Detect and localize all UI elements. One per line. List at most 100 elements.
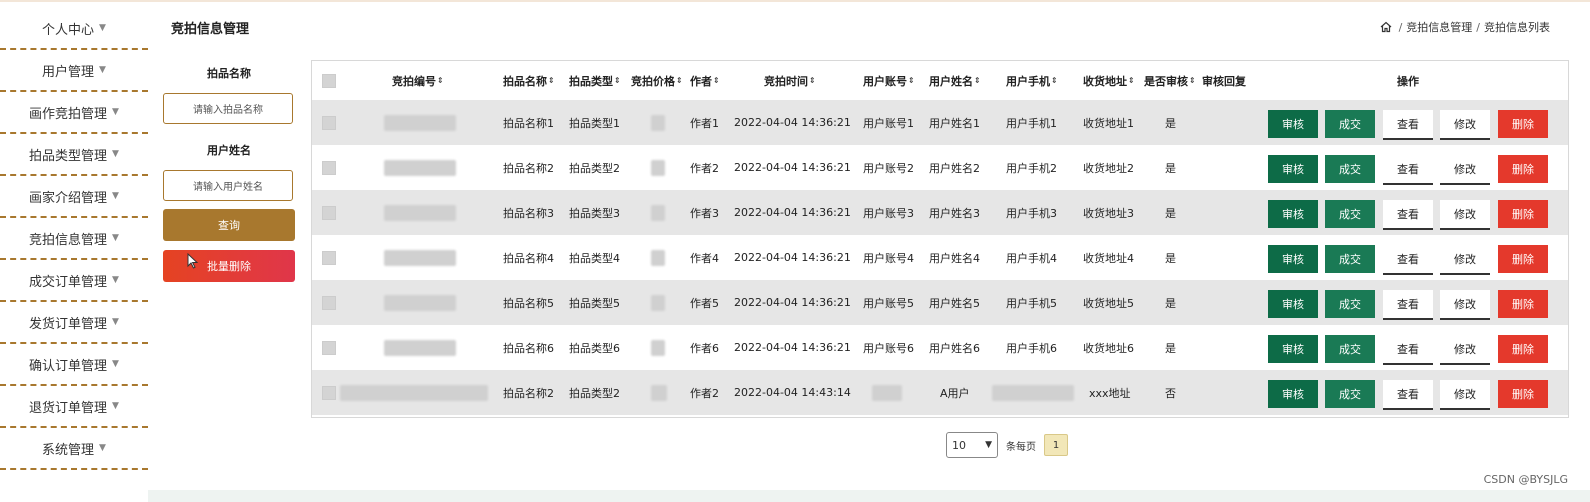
- header-user-name[interactable]: 用户姓名 ⇕: [929, 61, 981, 100]
- search-panel: 拍品名称 请输入拍品名称 用户姓名 请输入用户姓名 查询 批量删除: [163, 65, 295, 282]
- header-item-name[interactable]: 拍品名称 ⇕: [503, 61, 555, 100]
- sidebar-item-painting-auction[interactable]: 画作竞拍管理 ▼: [0, 92, 148, 134]
- view-button[interactable]: 查看: [1383, 110, 1433, 140]
- audit-button[interactable]: 审核: [1268, 110, 1318, 138]
- audit-button[interactable]: 审核: [1268, 245, 1318, 273]
- cell-audited: 否: [1165, 386, 1176, 400]
- caret-down-icon: ▼: [112, 317, 119, 327]
- sidebar-item-shipping-orders[interactable]: 发货订单管理 ▼: [0, 302, 148, 344]
- delete-button[interactable]: 删除: [1498, 380, 1548, 408]
- header-price[interactable]: 竞拍价格 ⇕: [631, 61, 683, 100]
- sidebar-item-system[interactable]: 系统管理 ▼: [0, 428, 148, 470]
- row-checkbox[interactable]: [322, 205, 336, 220]
- user-name-input[interactable]: 请输入用户姓名: [163, 170, 293, 201]
- deal-button[interactable]: 成交: [1325, 200, 1375, 228]
- cell-user-name: A用户: [940, 386, 970, 400]
- cell-address: 收货地址6: [1083, 341, 1134, 355]
- cell-user-name: 用户姓名6: [929, 341, 980, 355]
- header-account[interactable]: 用户账号 ⇕: [863, 61, 915, 100]
- sort-icon: ⇕: [548, 76, 555, 85]
- delete-button[interactable]: 删除: [1498, 110, 1548, 138]
- deal-button[interactable]: 成交: [1325, 110, 1375, 138]
- view-button[interactable]: 查看: [1383, 380, 1433, 410]
- cell-item-type: 拍品类型3: [569, 206, 620, 220]
- cell-item-name: 拍品名称4: [503, 251, 554, 265]
- edit-button[interactable]: 修改: [1440, 290, 1490, 320]
- header-author[interactable]: 作者 ⇕: [690, 61, 720, 100]
- sort-icon: ⇕: [713, 76, 720, 85]
- sort-icon: ⇕: [676, 76, 683, 85]
- cell-audited: 是: [1165, 251, 1176, 265]
- audit-button[interactable]: 审核: [1268, 155, 1318, 183]
- header-item-type[interactable]: 拍品类型 ⇕: [569, 61, 621, 100]
- cell-user-name: 用户姓名4: [929, 251, 980, 265]
- price-redacted: [651, 159, 665, 176]
- page-size-select[interactable]: 10 ▼: [946, 432, 998, 458]
- view-button[interactable]: 查看: [1383, 290, 1433, 320]
- deal-button[interactable]: 成交: [1325, 290, 1375, 318]
- audit-button[interactable]: 审核: [1268, 200, 1318, 228]
- bid-no-redacted: [384, 249, 456, 266]
- header-bid-no[interactable]: 竞拍编号 ⇕: [392, 61, 444, 100]
- view-button[interactable]: 查看: [1383, 335, 1433, 365]
- row-checkbox[interactable]: [322, 160, 336, 175]
- edit-button[interactable]: 修改: [1440, 335, 1490, 365]
- delete-button[interactable]: 删除: [1498, 200, 1548, 228]
- sidebar-item-users[interactable]: 用户管理 ▼: [0, 50, 148, 92]
- cell-user-name: 用户姓名1: [929, 116, 980, 130]
- sidebar-item-deal-orders[interactable]: 成交订单管理 ▼: [0, 260, 148, 302]
- caret-down-icon: ▼: [112, 107, 119, 117]
- row-checkbox[interactable]: [322, 115, 336, 130]
- home-icon[interactable]: [1380, 21, 1392, 33]
- header-address[interactable]: 收货地址 ⇕: [1083, 61, 1135, 100]
- edit-button[interactable]: 修改: [1440, 200, 1490, 230]
- header-phone[interactable]: 用户手机 ⇕: [1006, 61, 1058, 100]
- delete-button[interactable]: 删除: [1498, 335, 1548, 363]
- sidebar-item-label: 成交订单管理: [29, 274, 108, 290]
- header-reply: 审核回复: [1202, 74, 1246, 88]
- deal-button[interactable]: 成交: [1325, 245, 1375, 273]
- edit-button[interactable]: 修改: [1440, 110, 1490, 140]
- batch-delete-button[interactable]: 批量删除: [163, 250, 295, 282]
- cell-account: 用户账号3: [863, 206, 914, 220]
- view-button[interactable]: 查看: [1383, 200, 1433, 230]
- row-checkbox[interactable]: [322, 385, 336, 400]
- sidebar-item-confirm-orders[interactable]: 确认订单管理 ▼: [0, 344, 148, 386]
- view-button[interactable]: 查看: [1383, 245, 1433, 275]
- audit-button[interactable]: 审核: [1268, 290, 1318, 318]
- sidebar-item-item-types[interactable]: 拍品类型管理 ▼: [0, 134, 148, 176]
- cell-audited: 是: [1165, 116, 1176, 130]
- sidebar-item-profile[interactable]: 个人中心 ▼: [0, 8, 148, 50]
- sidebar-item-return-orders[interactable]: 退货订单管理 ▼: [0, 386, 148, 428]
- breadcrumb-item-bids[interactable]: 竞拍信息管理: [1406, 19, 1472, 35]
- query-button[interactable]: 查询: [163, 209, 295, 241]
- chevron-down-icon: ▼: [985, 440, 992, 450]
- cell-bid-time: 2022-04-04 14:36:21: [734, 341, 851, 354]
- edit-button[interactable]: 修改: [1440, 155, 1490, 185]
- edit-button[interactable]: 修改: [1440, 380, 1490, 410]
- row-checkbox[interactable]: [322, 295, 336, 310]
- item-name-input[interactable]: 请输入拍品名称: [163, 93, 293, 124]
- select-all-checkbox[interactable]: [322, 73, 336, 88]
- delete-button[interactable]: 删除: [1498, 245, 1548, 273]
- sort-icon: ⇕: [908, 76, 915, 85]
- header-bid-time[interactable]: 竞拍时间 ⇕: [764, 61, 816, 100]
- row-checkbox[interactable]: [322, 340, 336, 355]
- header-audited[interactable]: 是否审核 ⇕: [1144, 61, 1196, 100]
- view-button[interactable]: 查看: [1383, 155, 1433, 185]
- audit-button[interactable]: 审核: [1268, 335, 1318, 363]
- delete-button[interactable]: 删除: [1498, 290, 1548, 318]
- cell-phone: 用户手机4: [1006, 251, 1057, 265]
- user-name-label: 用户姓名: [207, 144, 251, 157]
- sidebar-item-bids[interactable]: 竞拍信息管理 ▼: [0, 218, 148, 260]
- deal-button[interactable]: 成交: [1325, 155, 1375, 183]
- deal-button[interactable]: 成交: [1325, 335, 1375, 363]
- row-checkbox[interactable]: [322, 250, 336, 265]
- page-button-current[interactable]: 1: [1044, 434, 1068, 456]
- deal-button[interactable]: 成交: [1325, 380, 1375, 408]
- sidebar: 个人中心 ▼ 用户管理 ▼ 画作竞拍管理 ▼ 拍品类型管理 ▼ 画家介绍管理 ▼ 竞拍信息…: [0, 8, 148, 470]
- delete-button[interactable]: 删除: [1498, 155, 1548, 183]
- edit-button[interactable]: 修改: [1440, 245, 1490, 275]
- sidebar-item-artists[interactable]: 画家介绍管理 ▼: [0, 176, 148, 218]
- audit-button[interactable]: 审核: [1268, 380, 1318, 408]
